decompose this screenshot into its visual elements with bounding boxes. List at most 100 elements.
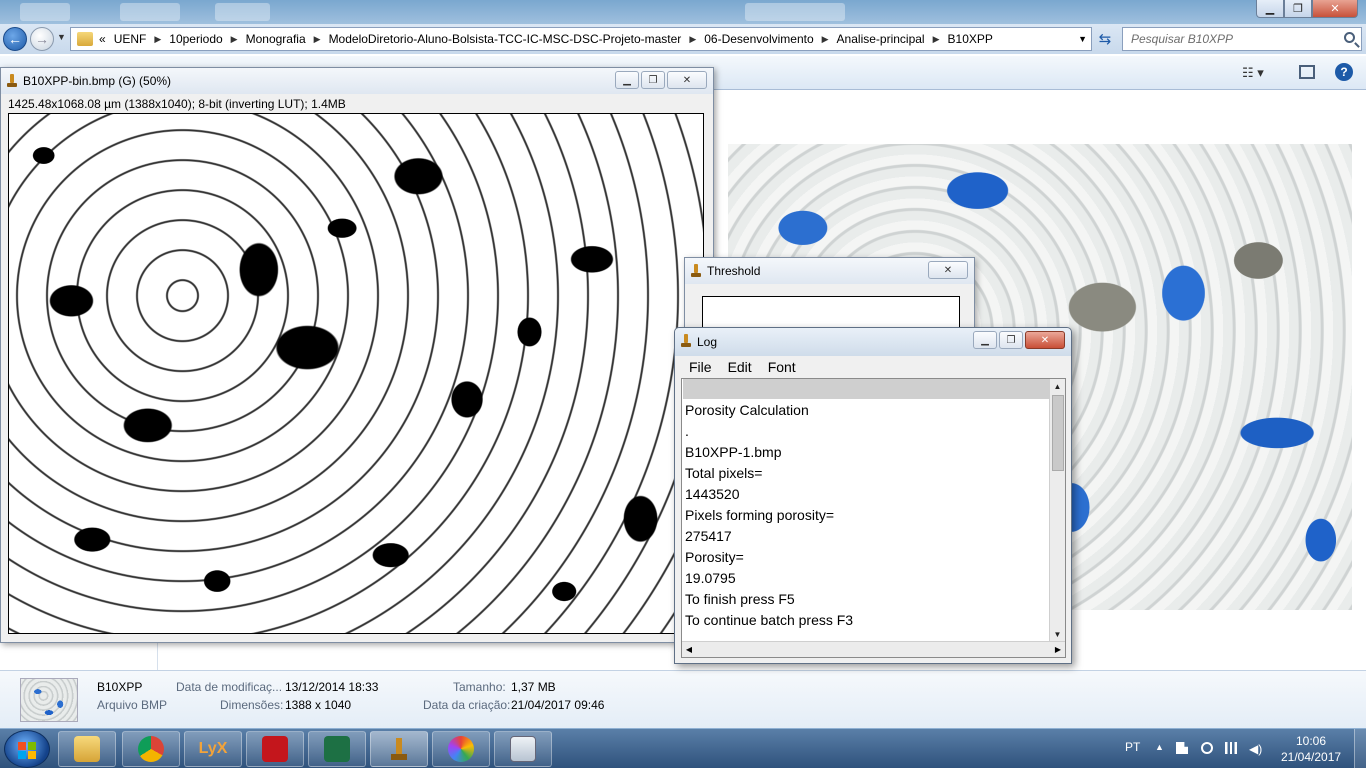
details-created-value: 21/04/2017 09:46 [511, 698, 605, 712]
log-line: B10XPP-1.bmp [685, 444, 782, 460]
close-button[interactable]: ✕ [1025, 331, 1065, 349]
taskbar-lyx[interactable]: LyX [184, 731, 242, 767]
breadcrumb-separator-icon[interactable]: ▶ [154, 34, 161, 45]
taskbar-excel[interactable] [308, 731, 366, 767]
vertical-scroll-thumb[interactable] [1052, 395, 1064, 471]
binary-image-canvas[interactable] [8, 113, 704, 634]
image-info-line: 1425.48x1068.08 µm (1388x1040); 8-bit (i… [8, 97, 346, 111]
breadcrumb-item-modelodiretorio[interactable]: ModeloDiretorio-Aluno-Bolsista-TCC-IC-MS… [329, 32, 705, 46]
scroll-up-arrow-icon[interactable]: ▲ [1050, 379, 1065, 393]
close-button[interactable]: ✕ [928, 261, 968, 279]
refresh-icon[interactable]: ⇆ [1094, 28, 1116, 50]
breadcrumb-item-uenf[interactable]: UENF ▶ [114, 32, 170, 46]
background-window-ghost [745, 3, 845, 21]
log-line: Pixels forming porosity= [685, 507, 835, 523]
log-caption-buttons: ▁ ❐ ✕ [973, 331, 1065, 349]
clock-date[interactable]: 21/04/2017 [1281, 750, 1341, 764]
lyx-icon: LyX [198, 740, 228, 757]
breadcrumb-overflow[interactable]: « [99, 32, 106, 46]
taskbar-picasa[interactable] [432, 731, 490, 767]
file-thumbnail [20, 678, 78, 722]
breadcrumb-label: ModeloDiretorio-Aluno-Bolsista-TCC-IC-MS… [328, 32, 682, 46]
breadcrumb-label: UENF [113, 32, 147, 46]
recent-pages-chevron-icon[interactable]: ▼ [57, 32, 66, 42]
details-dimensions-label: Dimensões: [220, 698, 284, 712]
scroll-down-arrow-icon[interactable]: ▼ [1050, 627, 1065, 641]
log-line: Porosity Calculation [685, 402, 809, 418]
help-icon[interactable]: ? [1335, 63, 1353, 81]
show-desktop-button[interactable] [1354, 729, 1366, 768]
imagej-microscope-icon [386, 736, 412, 762]
taskbar-calculator[interactable] [494, 731, 552, 767]
taskbar-explorer[interactable] [58, 731, 116, 767]
preview-pane-icon[interactable] [1299, 65, 1315, 79]
scroll-right-arrow-icon[interactable]: ▶ [1051, 642, 1065, 657]
maximize-button[interactable]: ❐ [999, 331, 1023, 349]
search-icon[interactable] [1344, 32, 1355, 43]
imagej-microscope-icon [680, 334, 692, 348]
show-hidden-icons-chevron-icon[interactable]: ▲ [1155, 742, 1167, 754]
back-arrow-icon[interactable]: ← [3, 27, 27, 51]
picasa-icon [448, 736, 474, 762]
volume-speaker-icon[interactable]: ◀) [1249, 742, 1262, 756]
log-text-area[interactable]: Porosity Calculation . B10XPP-1.bmp Tota… [681, 378, 1066, 658]
horizontal-scrollbar[interactable]: ◀ ▶ [682, 641, 1065, 657]
image-window[interactable]: B10XPP-bin.bmp (G) (50%) ▁ ❐ ✕ 1425.48x1… [0, 67, 714, 643]
breadcrumb-label: 10periodo [169, 32, 223, 46]
breadcrumb-separator-icon[interactable]: ▶ [822, 34, 829, 45]
log-line: To finish press F5 [685, 591, 795, 607]
breadcrumb-item-b10xpp[interactable]: B10XPP [948, 32, 993, 46]
taskbar-acrobat[interactable] [246, 731, 304, 767]
threshold-titlebar[interactable]: Threshold ✕ [685, 258, 974, 284]
breadcrumb-separator-icon[interactable]: ▶ [314, 34, 321, 45]
image-window-caption-buttons: ▁ ❐ ✕ [615, 71, 707, 89]
breadcrumb-separator-icon[interactable]: ▶ [231, 34, 238, 45]
scroll-left-arrow-icon[interactable]: ◀ [682, 642, 696, 657]
menu-font[interactable]: Font [760, 357, 804, 377]
breadcrumb-item-10periodo[interactable]: 10periodo ▶ [169, 32, 245, 46]
menu-file[interactable]: File [681, 357, 720, 377]
start-windows-icon[interactable] [4, 730, 50, 768]
breadcrumb-item-analise-principal[interactable]: Analise-principal ▶ [837, 32, 948, 46]
menu-edit[interactable]: Edit [720, 357, 760, 377]
address-dropdown-chevron-icon[interactable]: ▼ [1078, 34, 1087, 44]
minimize-button[interactable]: ▁ [973, 331, 997, 349]
close-button[interactable]: ✕ [1312, 0, 1358, 18]
forward-arrow-icon[interactable]: → [30, 27, 54, 51]
log-line: To continue batch press F3 [685, 612, 854, 628]
breadcrumb-item-desenvolvimento[interactable]: 06-Desenvolvimento ▶ [704, 32, 836, 46]
breadcrumb-item-monografia[interactable]: Monografia ▶ [246, 32, 329, 46]
action-center-flag-icon[interactable] [1176, 742, 1188, 754]
search-input[interactable]: Pesquisar B10XPP [1122, 27, 1362, 51]
breadcrumb-label: Analise-principal [836, 32, 925, 46]
log-line: 19.0795 [685, 570, 736, 586]
close-button[interactable]: ✕ [667, 71, 707, 89]
log-lines: Porosity Calculation . B10XPP-1.bmp Tota… [685, 400, 1045, 631]
language-indicator[interactable]: PT [1125, 740, 1140, 754]
maximize-button[interactable]: ❐ [641, 71, 665, 89]
minimize-button[interactable]: ▁ [1256, 0, 1284, 18]
address-bar[interactable]: « UENF ▶ 10periodo ▶ Monografia ▶ ModeloDir… [70, 27, 1092, 51]
vertical-scrollbar[interactable]: ▲ ▼ [1049, 379, 1065, 641]
threshold-caption-buttons: ✕ [928, 261, 968, 279]
windows-logo-green [28, 742, 36, 750]
maximize-button[interactable]: ❐ [1284, 0, 1312, 18]
log-titlebar[interactable]: Log ▁ ❐ ✕ [675, 328, 1071, 356]
taskbar-imagej[interactable] [370, 731, 428, 767]
image-window-titlebar[interactable]: B10XPP-bin.bmp (G) (50%) ▁ ❐ ✕ [1, 68, 713, 94]
network-settings-icon[interactable] [1201, 742, 1213, 754]
breadcrumb-separator-icon[interactable]: ▶ [933, 34, 940, 45]
change-view-icon[interactable]: ☷ ▾ [1242, 65, 1264, 81]
details-modified-label: Data de modificaç... [176, 680, 283, 694]
minimize-button[interactable]: ▁ [615, 71, 639, 89]
log-line: Porosity= [685, 549, 744, 565]
chrome-icon [138, 736, 164, 762]
breadcrumb-label: Monografia [245, 32, 306, 46]
clock-time[interactable]: 10:06 [1296, 734, 1326, 748]
signal-bars-icon[interactable] [1225, 742, 1237, 754]
log-window[interactable]: Log ▁ ❐ ✕ File Edit Font Porosity Calcul… [674, 327, 1072, 664]
breadcrumb-separator-icon[interactable]: ▶ [689, 34, 696, 45]
address-row: ← → ▼ « UENF ▶ 10periodo ▶ Monografia ▶ Mod… [0, 24, 1366, 54]
background-window-ghost [215, 3, 270, 21]
taskbar-chrome[interactable] [122, 731, 180, 767]
